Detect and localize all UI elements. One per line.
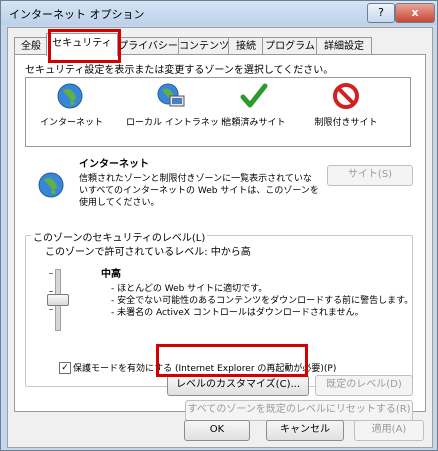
tab-general[interactable]: 全般 (14, 37, 48, 55)
globe-icon (57, 83, 83, 109)
internet-options-window: インターネット オプション ? x 全般 セキュリティ プライバシー コンテンツ… (0, 0, 438, 451)
restricted-icon (333, 83, 359, 109)
slider-tick (49, 291, 53, 292)
help-button[interactable]: ? (367, 3, 395, 23)
slider-tick (49, 309, 53, 310)
ok-button[interactable]: OK (184, 420, 250, 441)
zone-label: ローカル イントラネット (126, 118, 228, 128)
protected-mode-label: 保護モードを有効にする (Internet Explorer の再起動が必要)(… (73, 364, 337, 374)
zone-restricted-sites[interactable]: 制限付きサイト (310, 82, 382, 128)
checkmark-icon (240, 83, 268, 108)
security-panel: セキュリティ設定を表示または変更するゾーンを選択してください。 インターネット (14, 54, 426, 421)
selected-zone-title: インターネット (79, 159, 149, 170)
globe-icon (38, 172, 64, 198)
intranet-icon (157, 83, 185, 107)
close-button[interactable]: x (395, 3, 435, 23)
security-level-slider[interactable] (47, 294, 69, 306)
cancel-button[interactable]: キャンセル (266, 420, 344, 441)
tab-privacy[interactable]: プライバシー (116, 37, 180, 55)
level-name: 中高 (101, 269, 121, 280)
zone-prompt: セキュリティ設定を表示または変更するゾーンを選択してください。 (25, 65, 334, 76)
zone-internet[interactable]: インターネット (40, 82, 104, 128)
tab-connections[interactable]: 接続 (228, 37, 264, 55)
allowed-level-text: このゾーンで許可されているレベル: 中から高 (45, 247, 251, 258)
zone-local-intranet[interactable]: ローカル イントラネット (126, 82, 228, 128)
window-title: インターネット オプション (9, 8, 145, 21)
protected-mode-checkbox[interactable]: ✓ (59, 362, 71, 374)
tab-advanced[interactable]: 詳細設定 (316, 37, 372, 55)
tab-content[interactable]: コンテンツ (178, 37, 230, 55)
zone-trusted-sites[interactable]: 信頼済みサイト (216, 82, 292, 128)
reset-all-zones-button[interactable]: すべてのゾーンを既定のレベルにリセットする(R) (185, 400, 413, 421)
tab-security[interactable]: セキュリティ (46, 33, 118, 56)
level-bullet: - 未署名の ActiveX コントロールはダウンロードされません。 (111, 308, 364, 318)
title-bar: インターネット オプション ? x (1, 1, 437, 25)
sites-button[interactable]: サイト(S) (327, 165, 413, 186)
dialog-body: 全般 セキュリティ プライバシー コンテンツ 接続 プログラム 詳細設定 セキュ… (7, 27, 433, 448)
zone-label: 制限付きサイト (314, 118, 378, 128)
security-level-group-title: このゾーンのセキュリティのレベル(L) (31, 229, 208, 244)
zone-description-line: 使用してください。 (79, 198, 160, 208)
zone-list: インターネット ローカル イントラネット 信頼済みサイト 制限付きサイト (25, 77, 411, 147)
apply-button[interactable]: 適用(A) (354, 420, 424, 441)
default-level-button[interactable]: 既定のレベル(D) (315, 375, 413, 396)
zone-label: インターネット (40, 118, 104, 128)
slider-tick (49, 273, 53, 274)
tab-programs[interactable]: プログラム (262, 37, 318, 55)
zone-label: 信頼済みサイト (222, 118, 286, 128)
custom-level-button[interactable]: レベルのカスタマイズ(C)... (167, 375, 309, 396)
